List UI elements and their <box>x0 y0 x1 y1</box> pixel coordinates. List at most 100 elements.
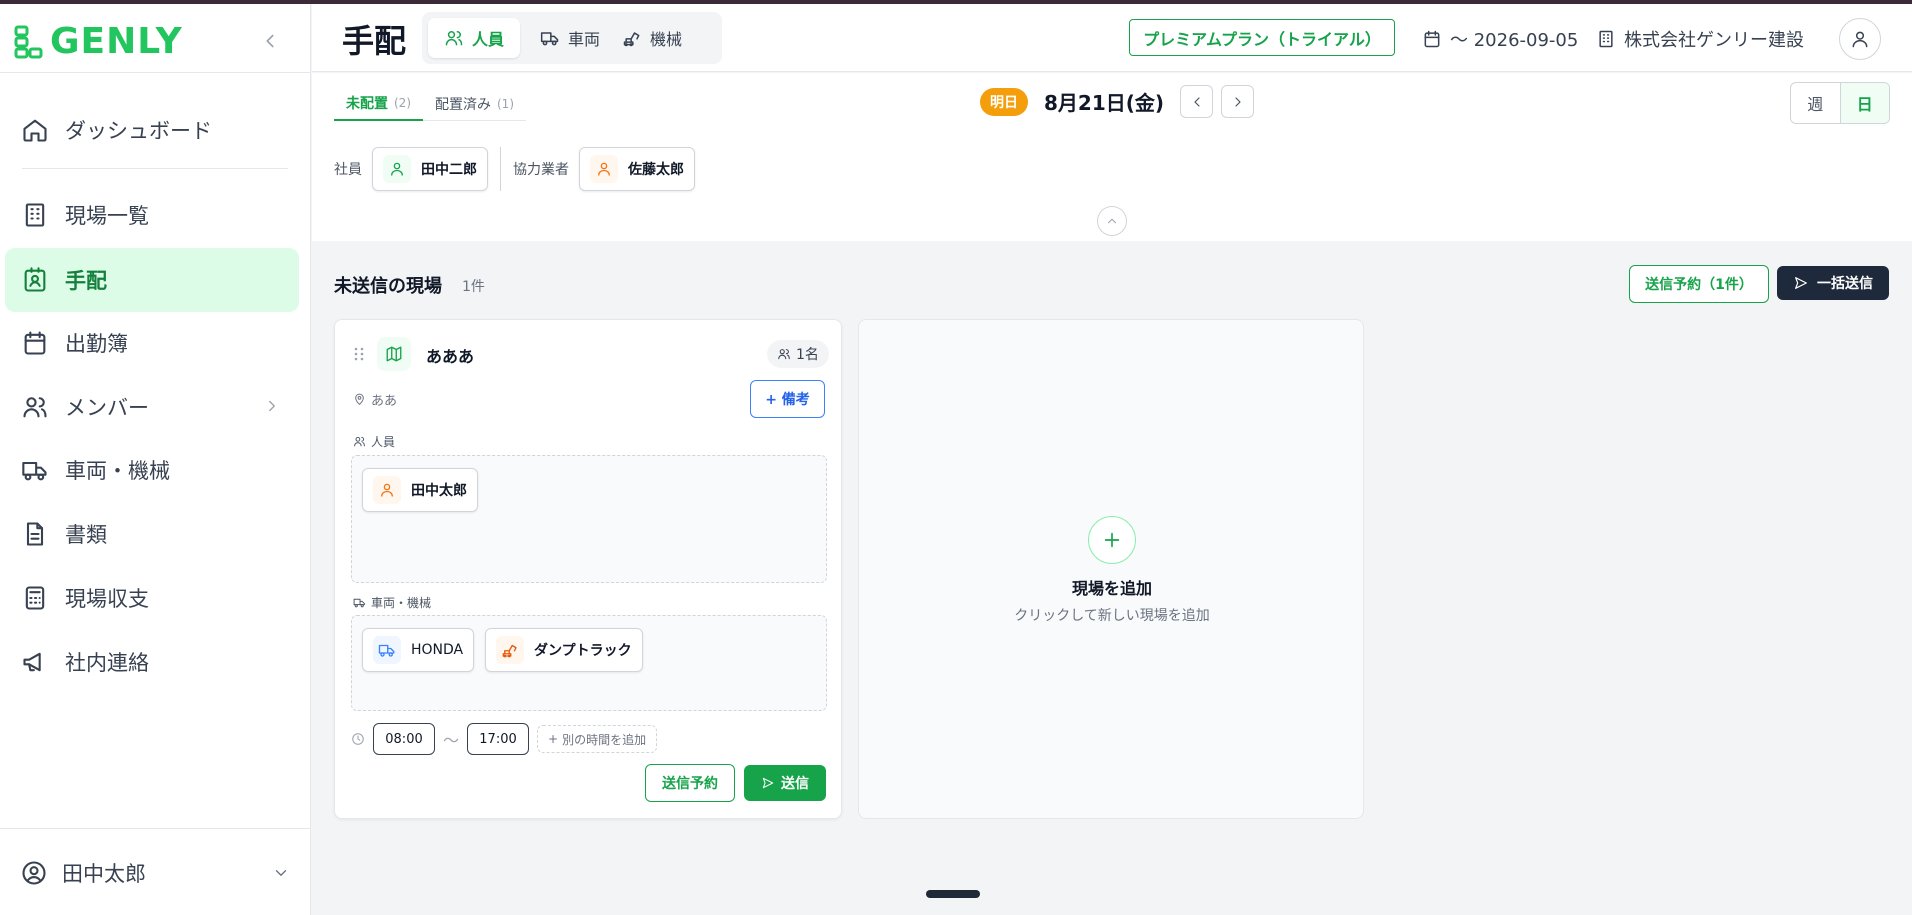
tab-label: 配置済み <box>435 97 491 113</box>
current-date: 8月21日(金) <box>1044 91 1165 115</box>
sidebar-collapse-button[interactable] <box>259 30 281 52</box>
sidebar-item-label: 現場一覧 <box>65 204 149 228</box>
logo[interactable]: GENLY <box>14 22 183 62</box>
section-count: 1件 <box>462 279 485 295</box>
add-site-subtitle: クリックして新しい現場を追加 <box>1014 608 1210 624</box>
sidebar-item-announcements[interactable]: 社内連絡 <box>5 630 299 694</box>
add-note-button[interactable]: + 備考 <box>750 380 825 418</box>
partner-chip[interactable]: 佐藤太郎 <box>579 147 695 191</box>
tab-count: (2) <box>394 96 411 110</box>
chevron-right-icon <box>1234 96 1241 107</box>
scroll-handle[interactable] <box>926 890 980 898</box>
assigned-machine-chip[interactable]: ダンプトラック <box>485 628 643 672</box>
add-site-button[interactable] <box>1088 516 1136 564</box>
employee-chip[interactable]: 田中二郎 <box>372 147 488 191</box>
account-button[interactable] <box>1839 18 1881 60</box>
sidebar-item-members[interactable]: メンバー <box>5 375 299 439</box>
clock-icon <box>352 733 364 745</box>
send-button[interactable]: 送信 <box>744 765 826 801</box>
prev-day-button[interactable] <box>1180 85 1214 118</box>
sidebar-item-attendance[interactable]: 出勤簿 <box>5 311 299 375</box>
megaphone-icon <box>23 652 41 672</box>
assigned-machine-name: ダンプトラック <box>534 643 632 659</box>
tab-assigned[interactable]: 配置済み (1) <box>423 87 526 121</box>
sidebar-item-label: ダッシュボード <box>65 119 212 143</box>
assigned-person-name: 田中太郎 <box>411 483 467 499</box>
sidebar-item-label: 現場収支 <box>65 587 149 611</box>
sidebar-item-site-finance[interactable]: 現場収支 <box>5 566 299 630</box>
send-all-label: 一括送信 <box>1817 276 1873 292</box>
employee-label: 社員 <box>334 162 362 178</box>
drag-handle-icon[interactable] <box>353 346 365 362</box>
send-all-button[interactable]: 一括送信 <box>1777 266 1889 300</box>
chevron-right-icon <box>269 400 275 412</box>
sidebar-item-label: メンバー <box>65 396 149 420</box>
site-name[interactable]: あああ <box>426 343 474 367</box>
add-site-card[interactable]: 現場を追加 クリックして新しい現場を追加 <box>858 319 1364 819</box>
tab-label: 未配置 <box>346 96 388 112</box>
users-icon <box>778 349 790 360</box>
user-circle-icon <box>22 861 46 885</box>
segment-vehicles[interactable]: 車両 <box>524 18 616 58</box>
tab-unassigned[interactable]: 未配置 (2) <box>334 87 423 121</box>
schedule-all-button[interactable]: 送信予約（1件） <box>1629 265 1769 303</box>
send-label: 送信 <box>781 776 809 792</box>
document-icon <box>26 522 44 546</box>
next-day-button[interactable] <box>1221 85 1255 118</box>
sidebar-divider <box>22 168 288 169</box>
add-time-button[interactable]: + 別の時間を追加 <box>537 725 658 753</box>
equipment-dropzone[interactable]: HONDA ダンプトラック <box>351 615 827 711</box>
plus-icon <box>1104 532 1120 548</box>
end-time-input[interactable]: 17:00 <box>467 723 530 755</box>
segment-personnel[interactable]: 人員 <box>428 18 521 58</box>
add-time-label: 別の時間を追加 <box>562 732 647 747</box>
segment-label: 機械 <box>650 30 683 49</box>
truck-icon-wrap <box>373 636 401 664</box>
person-icon <box>381 483 393 497</box>
premium-plan-button[interactable]: プレミアムプラン（トライアル） <box>1129 19 1395 56</box>
map-pin-icon <box>355 393 364 405</box>
company-switcher[interactable]: 株式会社ゲンリー建設 <box>1596 26 1804 52</box>
building-icon <box>1599 30 1613 48</box>
pool-divider <box>500 147 501 191</box>
sidebar-item-sites[interactable]: 現場一覧 <box>5 183 299 247</box>
map-icon <box>386 346 402 362</box>
status-tabs: 未配置 (2) 配置済み (1) <box>334 87 526 121</box>
sidebar-item-label: 書類 <box>65 523 107 547</box>
employee-name: 田中二郎 <box>421 162 477 178</box>
send-icon <box>762 777 774 789</box>
user-menu[interactable]: 田中太郎 <box>20 855 290 891</box>
collapse-panel-button[interactable] <box>1097 206 1127 236</box>
calendar-icon <box>1424 30 1440 48</box>
truck-icon <box>540 32 559 46</box>
assigned-vehicle-chip[interactable]: HONDA <box>362 628 475 672</box>
user-icon <box>1852 31 1868 48</box>
view-toggle: 週 日 <box>1790 82 1890 124</box>
view-day-button[interactable]: 日 <box>1839 83 1889 123</box>
sidebar-item-dashboard[interactable]: ダッシュボード <box>5 98 299 162</box>
resource-type-switch: 人員 車両 機械 <box>422 12 722 64</box>
start-time-input[interactable]: 08:00 <box>373 723 435 755</box>
sidebar-item-vehicles[interactable]: 車両・機械 <box>5 438 299 502</box>
calendar-icon <box>24 331 46 355</box>
truck-icon <box>353 598 365 608</box>
view-week-button[interactable]: 週 <box>1791 83 1840 123</box>
unassigned-pool: 社員 田中二郎 協力業者 佐藤太郎 <box>334 147 695 191</box>
personnel-dropzone[interactable]: 田中太郎 <box>351 455 827 583</box>
location-text: ああ <box>371 394 398 409</box>
site-icon-wrap <box>377 337 411 371</box>
chevron-left-icon <box>1193 96 1200 107</box>
logo-text: GENLY <box>50 21 183 62</box>
person-icon <box>598 162 610 176</box>
truck-icon <box>378 644 395 657</box>
send-icon <box>1795 277 1807 289</box>
date-navigator: 明日 8月21日(金) <box>980 85 1262 118</box>
person-icon <box>391 162 403 176</box>
partner-label: 協力業者 <box>513 162 569 178</box>
sidebar-item-documents[interactable]: 書類 <box>5 502 299 566</box>
company-name: 株式会社ゲンリー建設 <box>1624 30 1804 51</box>
schedule-send-button[interactable]: 送信予約 <box>645 764 735 802</box>
segment-machines[interactable]: 機械 <box>606 18 698 58</box>
sidebar-item-arrangement[interactable]: 手配 <box>5 248 299 312</box>
assigned-person-chip[interactable]: 田中太郎 <box>362 468 478 512</box>
